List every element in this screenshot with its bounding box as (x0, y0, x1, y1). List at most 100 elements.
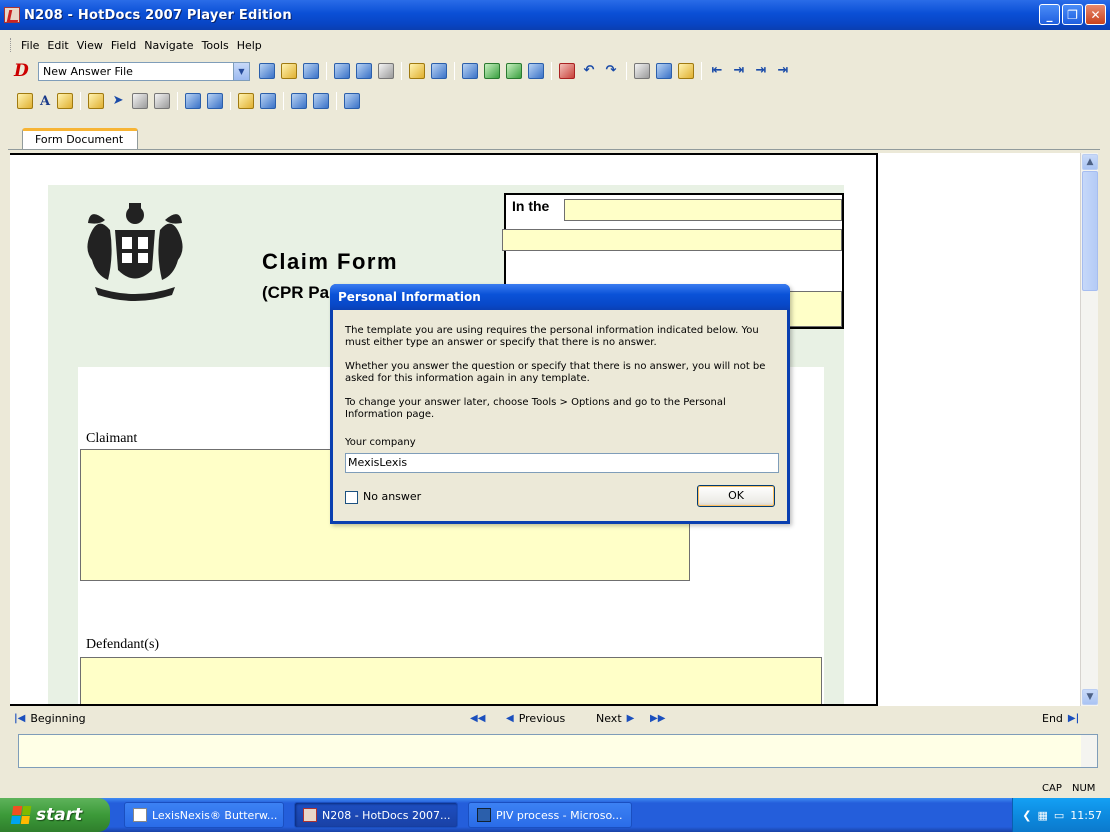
previous-label: Previous (518, 711, 566, 725)
open-answer-icon[interactable] (281, 63, 297, 79)
menu-tools[interactable]: Tools (198, 39, 233, 52)
standard-toolbar: D New Answer File ▼ ↶ ↷ ⇤ ⇥ ⇥ ⇥ (0, 58, 1110, 84)
word-icon (477, 808, 491, 822)
defendant-field[interactable] (80, 657, 822, 704)
network-icon[interactable]: ▦ (1037, 809, 1047, 822)
menu-help[interactable]: Help (233, 39, 266, 52)
task-label: LexisNexis® Butterw... (152, 808, 278, 822)
dialog-body: The template you are using requires the … (337, 313, 783, 517)
toolbar-separator (230, 92, 232, 110)
previous-icon: ◀ (506, 712, 514, 724)
spell-check-icon[interactable] (462, 63, 478, 79)
toolbar-separator (80, 92, 82, 110)
end-button[interactable]: End ▶| (1042, 712, 1079, 725)
menu-navigate[interactable]: Navigate (140, 39, 197, 52)
line-tool-icon[interactable] (57, 93, 74, 109)
monitor-icon[interactable]: ▭ (1054, 809, 1064, 822)
last-field-icon[interactable]: ⇥ (775, 63, 791, 79)
hotdocs-app-icon (4, 7, 20, 23)
field-icon[interactable] (484, 63, 500, 79)
scroll-down-icon[interactable]: ▼ (1082, 689, 1098, 705)
task-lexisnexis[interactable]: LexisNexis® Butterw... (124, 802, 284, 828)
previous-page-icon[interactable] (291, 93, 308, 109)
rewind-button[interactable]: ◀◀ (470, 713, 485, 724)
two-pages-icon[interactable] (260, 93, 277, 109)
save-answer-icon[interactable] (303, 63, 319, 79)
beginning-button[interactable]: |◀ Beginning (14, 712, 86, 725)
help-icon[interactable] (431, 63, 447, 79)
court-name-field-2[interactable] (502, 229, 842, 251)
task-word[interactable]: PIV process - Microso... (468, 802, 632, 828)
hand-pan-icon[interactable] (132, 93, 149, 109)
undo-icon[interactable]: ↶ (581, 63, 597, 79)
answer-edit-field[interactable] (18, 734, 1098, 768)
ok-button[interactable]: OK (697, 485, 775, 507)
eraser-icon[interactable] (559, 63, 575, 79)
dialog-instructions-3: To change your answer later, choose Tool… (345, 397, 726, 420)
menu-edit[interactable]: Edit (43, 39, 72, 52)
scroll-thumb[interactable] (1082, 171, 1098, 291)
menu-field[interactable]: Field (107, 39, 140, 52)
close-button[interactable]: ✕ (1085, 4, 1106, 25)
scroll-up-icon[interactable]: ▲ (1082, 154, 1098, 170)
checkbox-field-icon[interactable] (506, 63, 522, 79)
zoom-icon[interactable] (154, 93, 171, 109)
menu-view[interactable]: View (73, 39, 107, 52)
status-bar: CAP NUM (0, 780, 1110, 798)
toolbar-separator (401, 62, 402, 80)
fast-forward-button[interactable]: ▶▶ (650, 713, 665, 724)
dialog-title[interactable]: Personal Information (330, 284, 790, 310)
tab-form-document[interactable]: Form Document (22, 128, 138, 150)
answer-file-select[interactable]: New Answer File ▼ (38, 61, 250, 81)
fit-page-icon[interactable] (207, 93, 224, 109)
next-page-icon[interactable] (313, 93, 330, 109)
select-arrow-icon[interactable]: ➤ (110, 93, 126, 109)
save-document-icon[interactable] (356, 63, 372, 79)
assemble-icon[interactable] (334, 63, 350, 79)
answer-file-value: New Answer File (43, 64, 133, 78)
court-name-field[interactable] (564, 199, 842, 221)
previous-field-icon[interactable]: ⇥ (731, 63, 747, 79)
copy-icon[interactable] (656, 63, 672, 79)
your-company-input[interactable]: MexisLexis (345, 453, 779, 473)
paste-icon[interactable] (678, 63, 694, 79)
hotdocs-task-icon (303, 808, 317, 822)
previous-button[interactable]: ◀ Previous (506, 712, 565, 725)
in-the-label: In the (512, 198, 550, 214)
menu-file[interactable]: File (17, 39, 43, 52)
first-field-icon[interactable]: ⇤ (709, 63, 725, 79)
next-button[interactable]: Next ▶ (596, 712, 634, 725)
toolbar-separator (326, 62, 327, 80)
num-lock-indicator: NUM (1072, 783, 1096, 794)
start-button[interactable]: start (0, 798, 110, 832)
right-pane (878, 153, 1080, 706)
tray-expand-icon[interactable]: ❮ (1022, 809, 1031, 822)
properties-icon[interactable] (409, 63, 425, 79)
answer-scrollbar[interactable] (1081, 735, 1097, 767)
redo-icon[interactable]: ↷ (603, 63, 619, 79)
print-icon[interactable] (378, 63, 394, 79)
highlighter-icon[interactable] (17, 93, 33, 109)
fit-width-icon[interactable] (185, 93, 202, 109)
browser-icon (133, 808, 147, 822)
text-tool-icon[interactable]: A (40, 94, 50, 109)
pointer-help-icon[interactable] (528, 63, 544, 79)
new-answer-icon[interactable] (259, 63, 275, 79)
task-label: N208 - HotDocs 2007... (322, 808, 451, 822)
toolbar-separator (626, 62, 627, 80)
restore-button[interactable]: ❐ (1062, 4, 1083, 25)
task-hotdocs[interactable]: N208 - HotDocs 2007... (294, 802, 458, 828)
underline-tool-icon[interactable] (88, 93, 105, 109)
chevron-down-icon[interactable]: ▼ (233, 62, 249, 80)
no-answer-label[interactable]: No answer (363, 491, 421, 503)
title-bar[interactable]: N208 - HotDocs 2007 Player Edition _ ❐ ✕ (0, 0, 1110, 30)
toolbar-separator (454, 62, 455, 80)
pencil-icon[interactable] (238, 93, 255, 109)
cut-icon[interactable] (634, 63, 650, 79)
next-field-icon[interactable]: ⇥ (753, 63, 769, 79)
go-to-page-icon[interactable] (344, 93, 361, 109)
no-answer-checkbox[interactable] (345, 491, 358, 504)
minimize-button[interactable]: _ (1039, 4, 1060, 25)
document-scrollbar[interactable]: ▲ ▼ (1080, 153, 1098, 706)
form-toolbar: A ➤ (0, 88, 1110, 114)
